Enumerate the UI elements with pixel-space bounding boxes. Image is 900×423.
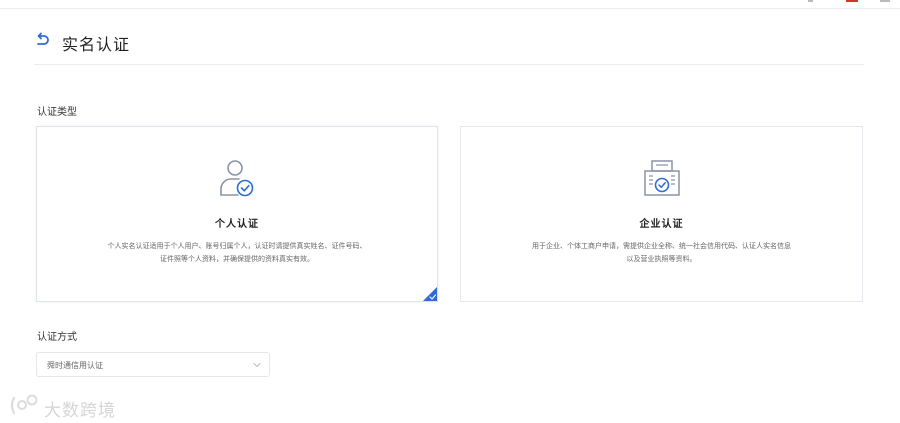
personal-auth-title: 个人认证: [215, 219, 259, 230]
back-arrow-icon[interactable]: [34, 32, 50, 48]
toolbar-icon-red[interactable]: [846, 0, 858, 2]
auth-method-select[interactable]: 舜时通信用认证: [36, 352, 270, 377]
personal-auth-card[interactable]: 个人认证 个人实名认证适用于个人用户、账号归属个人，认证时请提供真实姓名、证件号…: [36, 126, 438, 302]
watermark-logo-icon: [10, 394, 38, 415]
auth-type-label: 认证类型: [37, 107, 77, 118]
page-header: 实名认证: [34, 30, 864, 65]
enterprise-auth-description: 用于企业、个体工商户申请，需提供企业全称、统一社会信用代码、认证人实名信息以及营…: [532, 243, 791, 263]
enterprise-auth-card[interactable]: 企业认证 用于企业、个体工商户申请，需提供企业全称、统一社会信用代码、认证人实名…: [460, 126, 863, 302]
toolbar-icon-2[interactable]: [880, 0, 890, 2]
top-bar: [0, 0, 900, 9]
page-title: 实名认证: [62, 37, 131, 54]
building-verified-icon: [643, 160, 680, 196]
personal-auth-description: 个人实名认证适用于个人用户、账号归属个人，认证时请提供真实姓名、证件号码、证件照…: [107, 243, 367, 263]
toolbar-icon-1[interactable]: [808, 0, 813, 2]
enterprise-auth-title: 企业认证: [639, 219, 684, 230]
user-verified-icon: [220, 160, 254, 197]
auth-method-value: 舜时通信用认证: [47, 361, 103, 370]
auth-method-label: 认证方式: [37, 332, 77, 343]
watermark-text: 大数跨境: [44, 401, 116, 420]
selected-check-icon: [423, 287, 437, 301]
chevron-down-icon: [253, 363, 261, 368]
